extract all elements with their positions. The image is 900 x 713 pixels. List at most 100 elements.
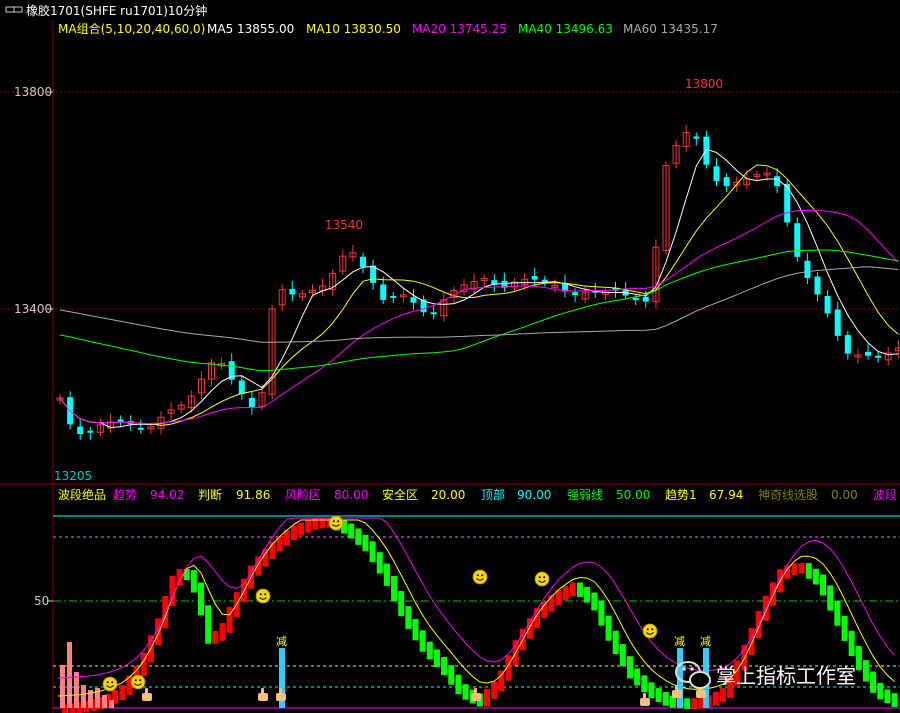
candle [278, 283, 286, 311]
candle [77, 418, 84, 440]
candle [541, 275, 548, 287]
candle [794, 217, 801, 262]
indicator-bar [433, 649, 440, 667]
histogram-bar [109, 700, 114, 708]
window-title: 橡胶1701(SHFE ru1701)10分钟 [26, 3, 207, 18]
candle [460, 278, 468, 296]
candle [117, 415, 124, 428]
indicator-bar [641, 675, 648, 693]
indicator-bar [805, 563, 812, 579]
indicator-bar [198, 582, 204, 616]
indicator-bar [569, 582, 576, 597]
ma5-label: MA5 13855.00 [207, 22, 294, 36]
indicator-bar [398, 591, 405, 617]
ma60-line [59, 266, 899, 343]
ma40-line [59, 249, 899, 372]
candle [854, 349, 862, 364]
indicator-bar [419, 630, 426, 652]
peak-annotation-13540: 13540 [325, 218, 363, 232]
candle [56, 394, 64, 404]
indicator-bar [798, 563, 805, 574]
indicator-bar [441, 656, 448, 676]
candle [743, 170, 751, 189]
histogram-bar [60, 665, 65, 708]
candle [814, 272, 821, 302]
ma-group-label[interactable]: MA组合(5,10,20,40,60,0) [58, 21, 205, 36]
hand-signal-icon [142, 688, 152, 701]
candle [380, 276, 387, 304]
indicator-bar [498, 670, 505, 692]
candle [420, 295, 427, 317]
risk-zone-value: 80.00 [334, 488, 368, 502]
watermark-text: 掌上指标工作室 [716, 664, 856, 688]
candle [390, 291, 397, 303]
indicator-bar [612, 630, 619, 655]
indicator-bar [719, 687, 726, 702]
candle [682, 124, 690, 153]
indicator-bar [712, 691, 719, 706]
smiley-icon [472, 569, 488, 585]
candle [804, 252, 811, 285]
indicator-bar [484, 688, 490, 707]
judge-value: 91.86 [236, 488, 270, 502]
candle [137, 419, 144, 434]
candle [107, 413, 114, 434]
candle [208, 358, 215, 387]
candle [511, 278, 518, 292]
candle [218, 357, 226, 370]
band-label: 波段 [873, 487, 897, 502]
candle [652, 239, 660, 309]
candle [329, 269, 337, 297]
candle [865, 343, 871, 360]
hand-signal-icon [258, 688, 268, 701]
candle [319, 278, 327, 297]
candle [601, 287, 609, 301]
smiley-icon [102, 676, 118, 692]
indicator-bar [383, 563, 390, 586]
indicator-bar [462, 684, 469, 700]
candle [298, 289, 306, 301]
candle [167, 401, 175, 421]
trend-value: 94.02 [150, 488, 184, 502]
indicator-bar [491, 681, 498, 699]
indicator-bar [319, 517, 326, 529]
indicator-bar [376, 552, 383, 574]
ma20-label: MA20 13745.25 [412, 22, 507, 36]
indicator-bar [219, 622, 226, 641]
reduce-marker: 减 [700, 635, 711, 648]
candle [844, 331, 851, 360]
candle [238, 376, 245, 400]
magic-line-label: 神奇线选股 [758, 488, 818, 502]
indicator-name[interactable]: 波段绝品 [58, 487, 106, 502]
indicator-bar [190, 570, 197, 593]
candle [268, 304, 276, 400]
indicator-bar [691, 698, 698, 709]
ma10-line [59, 164, 899, 427]
indicator-bar [355, 528, 362, 545]
trend1-label: 趋势1 [665, 488, 697, 502]
candle [894, 340, 900, 358]
indicator-bar [891, 693, 898, 707]
top-value: 90.00 [517, 488, 551, 502]
indicator-bar [870, 671, 877, 693]
candle [430, 306, 437, 320]
indicator-bar [634, 668, 641, 686]
indicator-bar [791, 563, 798, 576]
ma60-label: MA60 13435.17 [623, 22, 718, 36]
candle [370, 259, 377, 290]
indicator-bar [576, 582, 583, 597]
candle [87, 426, 94, 440]
indicator-bar [205, 605, 212, 644]
indicator-bar [362, 534, 369, 552]
ma20-line [59, 209, 899, 425]
indicator-bar [455, 674, 462, 695]
indicator-bar [841, 615, 848, 641]
indicator-bar [348, 523, 355, 539]
trend-line [57, 517, 895, 679]
chart-area[interactable]: 橡胶1701(SHFE ru1701)10分钟 13800 13400 1320… [0, 0, 900, 713]
candlestick-series [56, 124, 900, 440]
ma5-line [59, 148, 899, 429]
candle [440, 291, 448, 322]
indicator-bar [605, 615, 612, 641]
candle [96, 418, 104, 437]
